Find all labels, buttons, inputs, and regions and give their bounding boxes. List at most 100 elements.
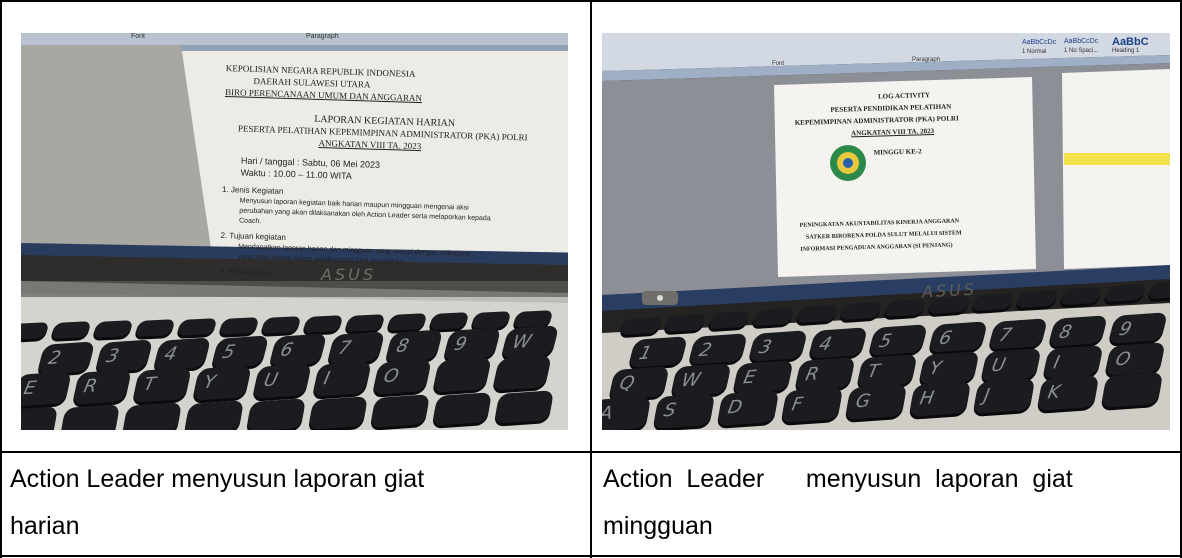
keyboard-key bbox=[307, 396, 369, 430]
keyboard-key: I bbox=[312, 361, 372, 397]
keyboard-key-label: G bbox=[854, 390, 873, 413]
keyboard-key: 5 bbox=[210, 335, 270, 369]
keyboard-key bbox=[386, 313, 428, 331]
keyboard-key-label: S bbox=[662, 399, 678, 422]
keyboard-key bbox=[218, 317, 260, 335]
keyboard-key-label: U bbox=[261, 369, 280, 392]
keyboard-key bbox=[839, 301, 883, 321]
keyboard-key bbox=[1103, 283, 1147, 303]
keyboard-key-label: W bbox=[679, 369, 703, 392]
keyboard-key: 6 bbox=[927, 321, 989, 353]
keyboard-key: S bbox=[652, 393, 716, 429]
keyboard-key: 3 bbox=[94, 339, 154, 373]
keyboard-key: J bbox=[972, 378, 1036, 414]
keyboard-key-label: E bbox=[21, 377, 38, 400]
keyboard-key bbox=[493, 390, 555, 424]
keyboard-key: U bbox=[252, 363, 312, 399]
keyboard-key bbox=[971, 292, 1015, 312]
table-border-center bbox=[590, 0, 592, 558]
keyboard-key: W bbox=[670, 363, 732, 397]
keyboard-key bbox=[431, 392, 493, 426]
caption-right-line2: mingguan bbox=[603, 512, 713, 540]
keyboard-key bbox=[927, 295, 971, 315]
keyboard-left: 2 3 4 5 6 7 8 9 W E R T Y U I O bbox=[21, 33, 568, 430]
keyboard-key: 8 bbox=[384, 329, 444, 363]
keyboard-key: 8 bbox=[1047, 315, 1109, 347]
keyboard-key bbox=[1059, 286, 1103, 306]
keyboard-key: 9 bbox=[1107, 312, 1169, 344]
keyboard-key bbox=[883, 298, 927, 318]
keyboard-key bbox=[245, 398, 307, 430]
keyboard-key-label: H bbox=[918, 387, 936, 410]
keyboard-key-label: 3 bbox=[756, 336, 774, 359]
keyboard-key: T bbox=[856, 354, 918, 388]
keyboard-key-label: 4 bbox=[816, 333, 834, 356]
keyboard-key: R bbox=[72, 369, 132, 405]
keyboard-key: A bbox=[602, 396, 652, 430]
document-table: Font Paragraph KEPOLISIAN NEGARA REPUBLI… bbox=[0, 0, 1182, 558]
keyboard-key bbox=[795, 304, 839, 324]
keyboard-key: R bbox=[794, 357, 856, 391]
keyboard-key: 7 bbox=[326, 331, 386, 365]
keyboard-key: F bbox=[780, 387, 844, 423]
keyboard-key-label: J bbox=[982, 385, 992, 407]
keyboard-key: K bbox=[1036, 375, 1100, 411]
keyboard-key-label: W bbox=[510, 330, 534, 354]
keyboard-key-label: O bbox=[381, 365, 401, 388]
keyboard-key-label: D bbox=[726, 396, 744, 419]
keyboard-key bbox=[176, 318, 218, 336]
keyboard-key-label: 9 bbox=[452, 333, 470, 356]
caption-left-line1: Action Leader menyusun laporan giat bbox=[10, 465, 425, 493]
keyboard-key bbox=[121, 402, 183, 430]
keyboard-key bbox=[428, 312, 470, 330]
keyboard-key: G bbox=[844, 384, 908, 420]
photo-daily-report: Font Paragraph KEPOLISIAN NEGARA REPUBLI… bbox=[21, 33, 568, 430]
keyboard-key-label: 2 bbox=[696, 339, 714, 362]
keyboard-key-label: E bbox=[741, 366, 758, 389]
keyboard-key bbox=[260, 316, 302, 334]
keyboard-key bbox=[492, 355, 552, 391]
keyboard-key-label: 3 bbox=[104, 345, 122, 368]
keyboard-key: E bbox=[732, 360, 794, 394]
keyboard-key: U bbox=[980, 348, 1042, 382]
keyboard-key-label: 2 bbox=[46, 347, 64, 370]
keyboard-key-label: 8 bbox=[394, 335, 412, 358]
keyboard-key-label: F bbox=[790, 393, 805, 416]
keyboard-key-label: 5 bbox=[220, 341, 238, 364]
keyboard-key-label: Q bbox=[617, 372, 637, 395]
keyboard-key: I bbox=[1042, 345, 1104, 379]
keyboard-key-label: Y bbox=[927, 357, 944, 380]
keyboard-key-label: I bbox=[321, 367, 332, 390]
keyboard-key-label: 7 bbox=[336, 337, 354, 360]
keyboard-key-label: 1 bbox=[636, 342, 654, 365]
keyboard-key: O bbox=[1104, 342, 1166, 376]
keyboard-key bbox=[369, 394, 431, 428]
keyboard-key-label: 6 bbox=[278, 339, 296, 362]
keyboard-key-label: A bbox=[602, 402, 615, 425]
keyboard-key bbox=[663, 313, 707, 333]
keyboard-key: O bbox=[372, 359, 432, 395]
keyboard-key-label: 7 bbox=[996, 324, 1014, 347]
keyboard-key-label: T bbox=[865, 360, 882, 383]
keyboard-key-label: K bbox=[1046, 381, 1062, 404]
keyboard-key bbox=[92, 320, 134, 338]
keyboard-key bbox=[59, 404, 121, 430]
keyboard-key: Y bbox=[192, 365, 252, 401]
keyboard-key-label: I bbox=[1051, 351, 1062, 374]
keyboard-key-label: 4 bbox=[162, 343, 180, 366]
keyboard-key bbox=[432, 357, 492, 393]
keyboard-key bbox=[183, 400, 245, 430]
keyboard-key: 4 bbox=[152, 337, 212, 371]
table-border-left bbox=[0, 0, 2, 558]
keyboard-key: Y bbox=[918, 351, 980, 385]
keyboard-key-label: O bbox=[1113, 348, 1133, 371]
keyboard-key-label: T bbox=[141, 373, 158, 396]
keyboard-key bbox=[619, 316, 663, 336]
keyboard-key bbox=[302, 315, 344, 333]
keyboard-key: T bbox=[132, 367, 192, 403]
keyboard-key: E bbox=[21, 371, 72, 407]
keyboard-key: H bbox=[908, 381, 972, 417]
keyboard-key: W bbox=[500, 325, 560, 359]
photo-weekly-report: AaBbCcDc AaBbCcDc AaBbC 1 Normal 1 No Sp… bbox=[602, 33, 1170, 430]
keyboard-key bbox=[1100, 372, 1164, 408]
